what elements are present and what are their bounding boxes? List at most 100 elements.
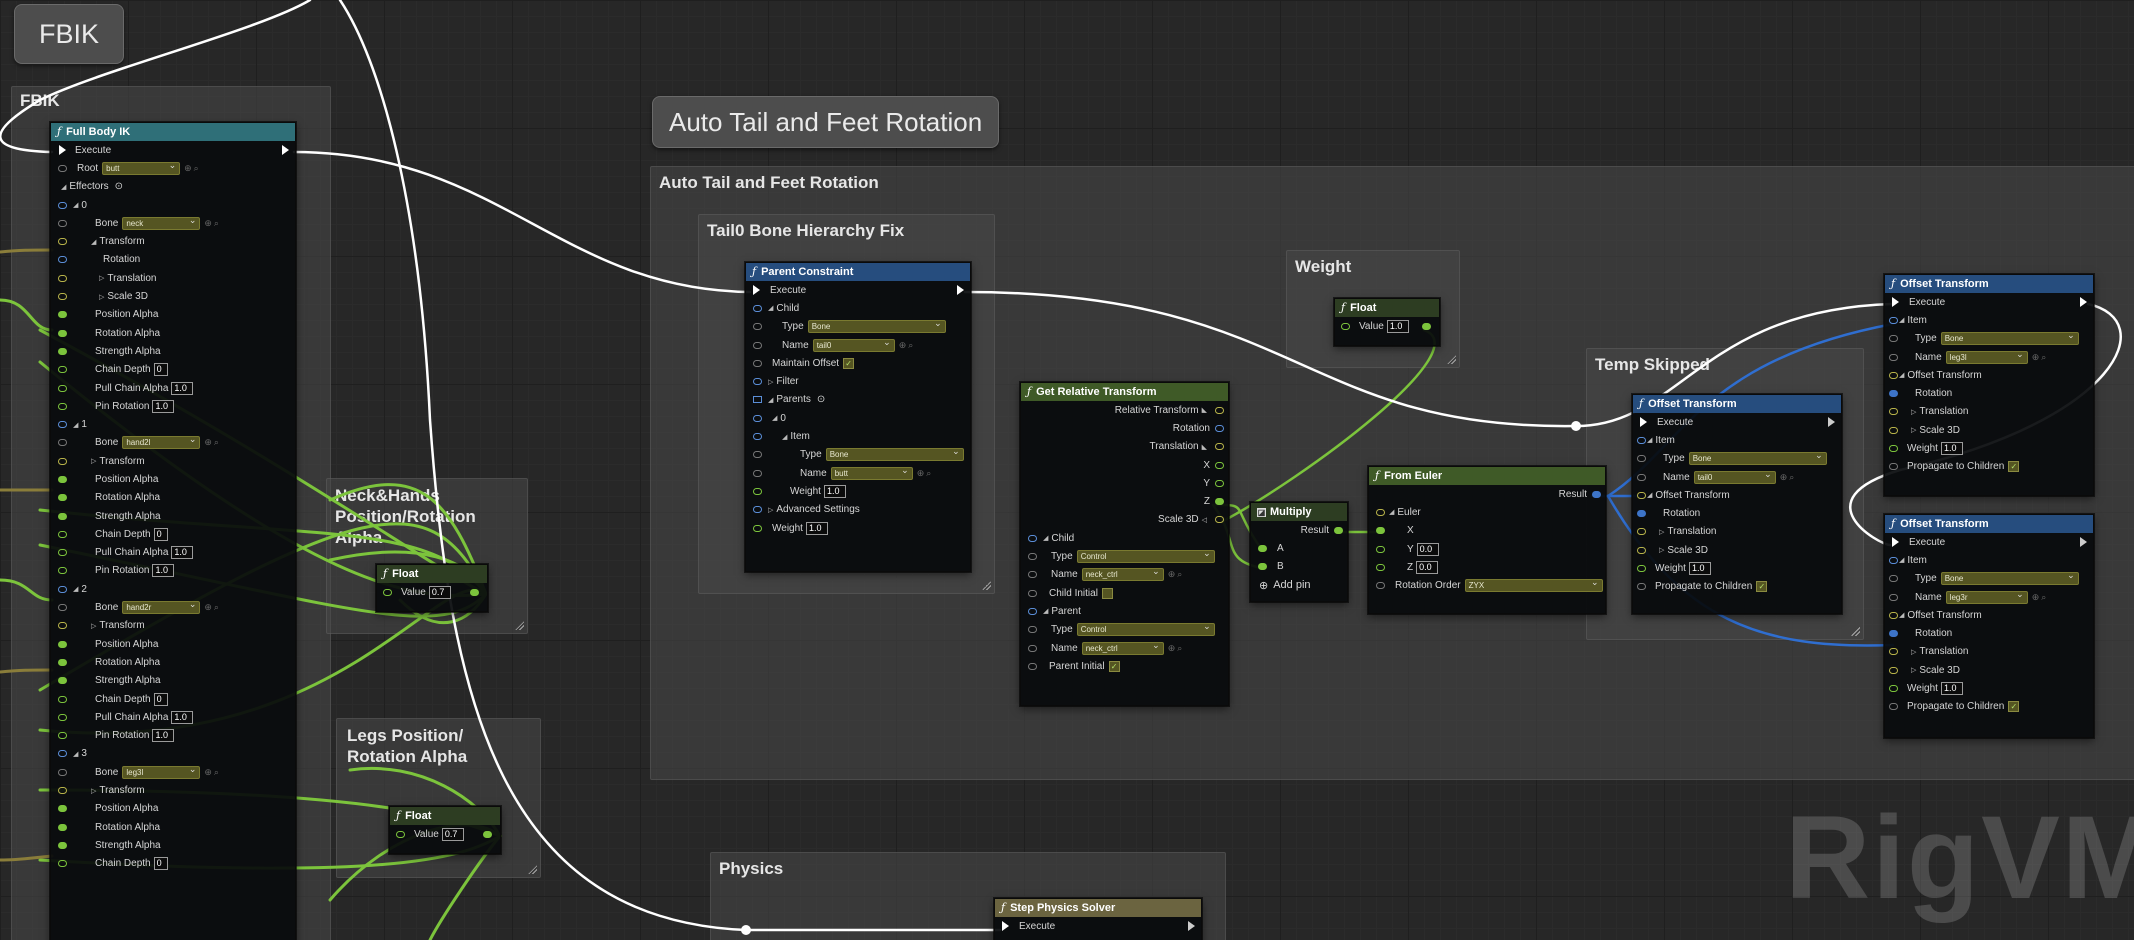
type-combo[interactable]: Control (1076, 621, 1215, 637)
pin-dot[interactable] (58, 457, 67, 465)
node-header[interactable]: ƒ Step Physics Solver (995, 899, 1201, 917)
pin-dot[interactable] (1889, 316, 1898, 324)
node-header[interactable]: ƒ Float (390, 807, 500, 825)
pin-dot[interactable] (58, 640, 67, 648)
out-pin[interactable] (1215, 479, 1224, 487)
pin-dot[interactable] (1889, 648, 1898, 656)
pin-pin-rotation[interactable]: Pin Rotation 1.0 (51, 562, 295, 580)
pin-dot[interactable] (1637, 528, 1646, 536)
node-step-physics-solver[interactable]: ƒ Step Physics Solver Execute (994, 898, 1202, 940)
pin-dot[interactable] (58, 750, 67, 758)
expand-icon[interactable]: ◢ (61, 183, 66, 191)
expand-icon[interactable]: ▷ (1911, 648, 1916, 656)
pin-dot[interactable] (753, 323, 762, 331)
pin-dot[interactable] (1889, 408, 1898, 416)
pin-dot[interactable] (1376, 563, 1385, 571)
pin-pull-chain-alpha[interactable]: Pull Chain Alpha 1.0 (51, 708, 295, 726)
pin-dot[interactable] (1637, 436, 1646, 444)
pin-dot[interactable] (58, 439, 67, 447)
pin-root[interactable]: Rootbutt⊕⌕ (51, 159, 295, 177)
pin-rotation-alpha[interactable]: Rotation Alpha (51, 324, 295, 342)
expand-icon[interactable]: ◢ (768, 304, 773, 312)
pin-chain-depth[interactable]: Chain Depth 0 (51, 525, 295, 543)
pin-pull-chain-alpha[interactable]: Pull Chain Alpha 1.0 (51, 544, 295, 562)
pin-dot[interactable] (1637, 473, 1646, 481)
pin-position-alpha[interactable]: Position Alpha (51, 306, 295, 324)
name-combo[interactable]: butt (830, 465, 913, 480)
reset-icons[interactable]: ⊕⌕ (1168, 643, 1185, 654)
type-combo[interactable]: Bone (1688, 450, 1827, 466)
pin-dot[interactable] (1258, 544, 1267, 552)
weight-input[interactable]: 1.0 (823, 484, 846, 498)
pin-dot[interactable] (58, 695, 67, 703)
expand-icon[interactable]: ◢ (1043, 607, 1048, 615)
pin-effectors[interactable]: ◢ Effectors ⊙ (51, 178, 295, 196)
pin-dot[interactable] (753, 341, 762, 349)
expand-icon[interactable]: ◢ (73, 585, 78, 593)
name-combo[interactable]: leg3l (1945, 349, 2028, 364)
effector-item[interactable]: ◢ 3 (51, 745, 295, 763)
pin-position-alpha[interactable]: Position Alpha (51, 470, 295, 488)
pin-pin-rotation[interactable]: Pin Rotation 1.0 (51, 727, 295, 745)
pin-dot[interactable] (1889, 445, 1898, 453)
pin-position-alpha[interactable]: Position Alpha (51, 800, 295, 818)
pin-dot[interactable] (58, 604, 67, 612)
exec-in-pin[interactable] (753, 285, 760, 296)
pull-chain-input[interactable]: 1.0 (171, 381, 194, 395)
expand-icon[interactable]: ◣ (1202, 443, 1207, 451)
out-pin[interactable] (1215, 498, 1224, 506)
node-header[interactable]: ƒ Offset Transform (1633, 395, 1841, 413)
expand-icon[interactable]: ◢ (1899, 371, 1904, 379)
node-full-body-ik[interactable]: ƒFull Body IK Execute Rootbutt⊕⌕ ◢Effect… (50, 122, 296, 940)
pin-bone[interactable]: Bonehand2r⊕⌕ (51, 598, 295, 616)
expand-icon[interactable]: ▷ (768, 506, 773, 514)
out-pin[interactable] (1215, 424, 1224, 432)
pin-rotation-input[interactable]: 1.0 (152, 729, 175, 743)
node-from-euler[interactable]: ƒ From Euler Result ◢ Euler X Y 0.0 Z 0.0 Ro… (1368, 466, 1606, 614)
pin-dot[interactable] (58, 677, 67, 685)
reset-icons[interactable]: ⊕⌕ (204, 437, 221, 448)
pin-dot[interactable] (58, 347, 67, 355)
pin-transform[interactable]: ▷ Transform (51, 617, 295, 635)
node-header[interactable]: ƒ Get Relative Transform (1021, 383, 1228, 401)
chain-depth-input[interactable]: 0 (153, 692, 168, 706)
reset-icons[interactable]: ⊕⌕ (184, 163, 201, 174)
node-float-legs[interactable]: ƒ Float Value 0.7 (389, 806, 501, 854)
pin-dot[interactable] (1637, 455, 1646, 463)
pin-dot[interactable] (58, 768, 67, 776)
expand-icon[interactable]: ◢ (1043, 534, 1048, 542)
pin-dot[interactable] (1637, 565, 1646, 573)
pin-dot[interactable] (1028, 607, 1037, 615)
pin-dot[interactable] (753, 396, 762, 404)
exec-in-pin[interactable] (1640, 417, 1647, 428)
type-combo[interactable]: Control (1076, 548, 1215, 564)
bone-combo[interactable]: neck (122, 215, 201, 230)
expand-icon[interactable]: ◢ (73, 421, 78, 429)
expand-icon[interactable]: ▷ (91, 622, 96, 630)
pin-dot[interactable] (753, 469, 762, 477)
propagate-checkbox[interactable]: ✓ (2008, 701, 2020, 713)
expand-icon[interactable]: ▷ (91, 787, 96, 795)
expand-icon[interactable]: ▷ (1911, 666, 1916, 674)
pin-dot[interactable] (58, 329, 67, 337)
pin-dot[interactable] (58, 421, 67, 429)
name-combo[interactable]: tail0 (1693, 469, 1776, 484)
expand-icon[interactable]: ◁ (1202, 516, 1207, 524)
pin-dot[interactable] (1258, 563, 1267, 571)
pin-dot[interactable] (58, 366, 67, 374)
node-header[interactable]: ƒ Offset Transform (1885, 275, 2093, 293)
pin-dot[interactable] (1376, 508, 1385, 516)
reset-icons[interactable]: ⊕⌕ (1168, 569, 1185, 580)
exec-in-pin[interactable] (1892, 297, 1899, 308)
pin-dot[interactable] (753, 451, 762, 459)
expand-icon[interactable]: ▷ (768, 378, 773, 386)
pin-dot[interactable] (58, 219, 67, 227)
reset-icons[interactable]: ⊕⌕ (899, 340, 916, 351)
pin-dot[interactable] (396, 830, 405, 838)
pin-pull-chain-alpha[interactable]: Pull Chain Alpha 1.0 (51, 379, 295, 397)
expand-icon[interactable]: ◢ (1899, 556, 1904, 564)
node-header[interactable]: ƒ Float (377, 565, 487, 583)
pin-dot[interactable] (1889, 353, 1898, 361)
pin-dot[interactable] (1637, 510, 1646, 518)
node-offset-transform-temp[interactable]: ƒ Offset Transform Execute ◢ Item Type Bone… (1632, 394, 1842, 614)
